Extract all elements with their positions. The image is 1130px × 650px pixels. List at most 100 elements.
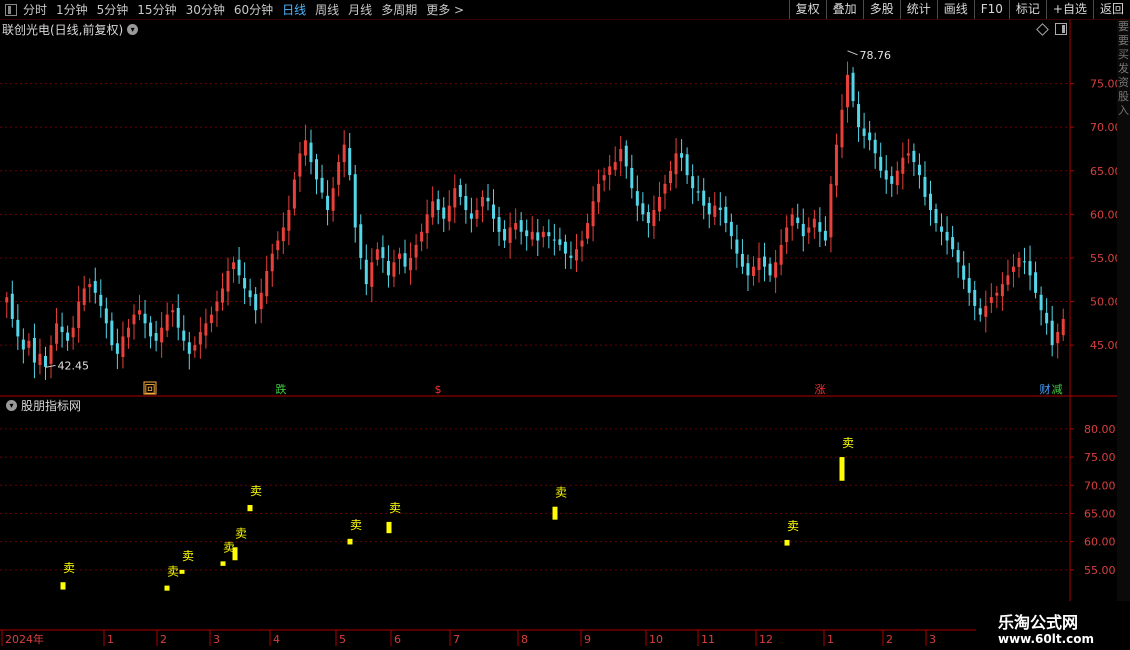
candle-body xyxy=(226,271,230,292)
sell-signal-bar xyxy=(552,506,558,520)
candle-body xyxy=(1017,257,1021,267)
candle-body xyxy=(176,307,180,328)
candle-body xyxy=(1011,266,1015,272)
sell-signal-bar xyxy=(164,585,170,591)
indicator-tick-label: 75.00 xyxy=(1084,451,1116,464)
candle-body xyxy=(1045,312,1049,324)
candle-body xyxy=(16,319,20,337)
candle-body xyxy=(171,310,175,313)
candle-body xyxy=(630,167,634,189)
candle-body xyxy=(669,170,673,184)
candle-body xyxy=(812,218,816,228)
candle-body xyxy=(1023,261,1027,263)
time-axis-label: 1 xyxy=(107,633,114,646)
candle-body xyxy=(613,162,617,170)
candle-body xyxy=(503,228,507,241)
candle-body xyxy=(691,176,695,189)
candle-body xyxy=(270,253,274,272)
candle-body xyxy=(641,203,645,215)
candle-body xyxy=(890,176,894,184)
candle-body xyxy=(88,284,92,288)
candle-body xyxy=(220,288,224,303)
time-axis-label: 1 xyxy=(827,633,834,646)
candle-body xyxy=(436,199,440,210)
candle-body xyxy=(519,220,523,232)
candle-body xyxy=(840,109,844,148)
candle-body xyxy=(785,227,789,243)
candle-body xyxy=(237,259,241,276)
candle-body xyxy=(735,239,739,254)
chevron-down-icon[interactable]: ▾ xyxy=(6,400,17,411)
candle-body xyxy=(868,132,872,141)
candle-body xyxy=(895,170,899,186)
right-side-strip: 要要买发资股入 xyxy=(1117,20,1130,640)
sell-signal-label: 卖 xyxy=(182,549,194,563)
candle-body xyxy=(574,249,578,261)
candle-body xyxy=(442,207,446,219)
candle-body xyxy=(901,157,905,174)
candle-body xyxy=(834,144,838,186)
candle-body xyxy=(724,206,728,224)
time-axis-label: 8 xyxy=(521,633,528,646)
candle-body xyxy=(281,227,285,242)
candle-body xyxy=(165,314,169,331)
candle-body xyxy=(796,217,800,224)
candle-body xyxy=(337,162,341,185)
candle-body xyxy=(602,175,606,181)
candle-body xyxy=(375,249,379,260)
candle-body xyxy=(873,139,877,154)
stock-chart-canvas[interactable]: 78.7642.45回跌 $ 涨财减 45.0050.0055.0060.0065.… xyxy=(0,0,1130,650)
candle-body xyxy=(149,322,153,337)
candle-body xyxy=(962,265,966,280)
candle-body xyxy=(469,213,473,219)
candle-body xyxy=(746,263,750,276)
candle-body xyxy=(132,314,136,325)
candle-body xyxy=(315,159,319,180)
candle-body xyxy=(447,205,451,222)
candle-body xyxy=(713,205,717,217)
candle-body xyxy=(552,239,556,241)
candle-body xyxy=(32,337,36,363)
event-marker: 财 xyxy=(1040,382,1051,396)
indicator-title: 股朋指标网 xyxy=(21,399,82,413)
time-axis-label: 10 xyxy=(649,633,663,646)
candle-body xyxy=(635,191,639,206)
candle-body xyxy=(547,232,551,237)
candle-body xyxy=(303,140,307,156)
candle-body xyxy=(287,210,291,231)
candle-body xyxy=(480,196,484,207)
candle-body xyxy=(563,241,567,254)
candle-body xyxy=(995,292,999,296)
watermark-url: www.60lt.com xyxy=(998,632,1095,646)
candle-body xyxy=(923,176,927,197)
candle-body xyxy=(160,327,164,343)
candle-body xyxy=(580,240,584,247)
candle-body xyxy=(38,353,42,366)
candle-body xyxy=(569,255,573,258)
candle-body xyxy=(1028,261,1032,276)
time-axis-label: 4 xyxy=(273,633,280,646)
candle-body xyxy=(619,148,623,162)
candle-body xyxy=(298,153,302,177)
candle-body xyxy=(829,183,833,238)
candle-body xyxy=(364,259,368,285)
sell-signal-label: 卖 xyxy=(555,486,567,500)
time-axis-label: 2 xyxy=(886,633,893,646)
candle-body xyxy=(774,262,778,278)
time-axis-label: 5 xyxy=(339,633,346,646)
candle-body xyxy=(823,230,827,241)
candle-body xyxy=(254,294,258,311)
candle-body xyxy=(265,271,269,297)
sell-signal-bar xyxy=(839,457,845,481)
candle-body xyxy=(884,170,888,180)
candle-body xyxy=(967,278,971,293)
candle-body xyxy=(951,237,955,250)
candle-body xyxy=(912,150,916,163)
candle-body xyxy=(779,244,783,265)
candle-body xyxy=(801,223,805,237)
candle-body xyxy=(818,222,822,232)
candle-body xyxy=(386,260,390,276)
candle-body xyxy=(276,240,280,251)
candle-body xyxy=(309,142,313,163)
candle-body xyxy=(652,210,656,226)
